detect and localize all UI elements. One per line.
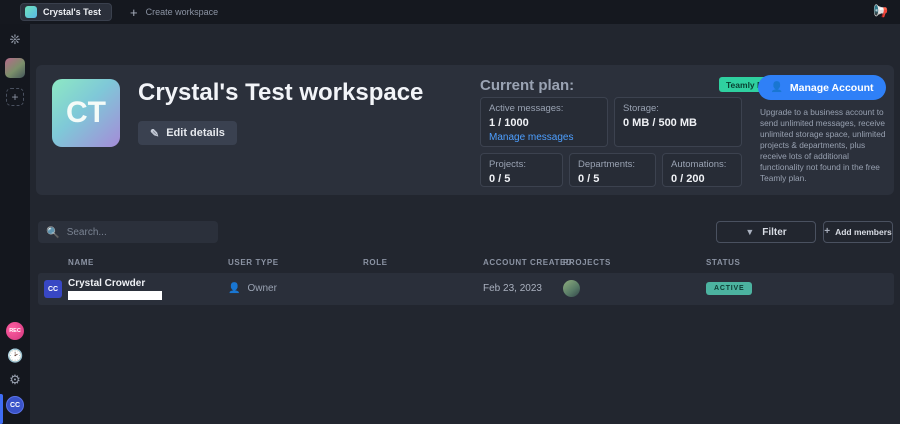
workspace-switcher[interactable]: Crystal's Test [20, 3, 112, 21]
stat-label: Projects: [489, 159, 526, 170]
column-header-account-created: ACCOUNT CREATED [483, 258, 573, 267]
workspace-header-card: CT Crystal's Test workspace ✎ Edit detai… [36, 65, 894, 195]
stat-label: Departments: [578, 159, 636, 170]
create-workspace-label: Create workspace [145, 7, 219, 17]
manage-messages-link[interactable]: Manage messages [489, 132, 599, 143]
user-avatar[interactable]: CC [6, 396, 24, 414]
column-header-name: NAME [68, 258, 94, 267]
stat-value: 0 / 5 [578, 173, 600, 185]
workspace-icon [25, 6, 37, 18]
person-icon: 👤 [770, 82, 783, 93]
edit-details-button[interactable]: ✎ Edit details [138, 121, 237, 145]
table-row[interactable]: CC Crystal Crowder 👤 Owner Feb 23, 2023 … [38, 273, 894, 305]
plan-title: Current plan: [480, 77, 575, 94]
stat-departments: Departments: 0 / 5 [569, 153, 656, 187]
members-table-header: NAME USER TYPE ROLE ACCOUNT CREATED PROJ… [38, 258, 894, 274]
stat-label: Automations: [671, 159, 727, 170]
search-icon: 🔍 [46, 226, 60, 239]
add-members-label: Add members [835, 227, 892, 237]
settings-gear-icon[interactable]: ⚙ [7, 372, 23, 388]
plus-icon: + [824, 226, 831, 237]
stat-projects: Projects: 0 / 5 [480, 153, 563, 187]
user-type-icon: 👤 [228, 283, 241, 294]
workspace-avatar: CT [52, 79, 120, 147]
pencil-icon: ✎ [150, 127, 160, 140]
active-indicator [0, 394, 3, 424]
manage-account-button[interactable]: 👤 Manage Account [758, 75, 886, 100]
member-search: 🔍 [38, 221, 218, 243]
stat-value: 0 / 200 [671, 173, 705, 185]
stat-value: 0 / 5 [489, 173, 511, 185]
announcements-icon[interactable]: 📢 [873, 4, 888, 18]
stat-label: Active messages: [489, 103, 564, 114]
funnel-icon: ▼ [745, 227, 755, 237]
member-name: Crystal Crowder [68, 278, 146, 289]
member-account-created: Feb 23, 2023 [483, 283, 542, 294]
create-workspace-button[interactable]: + Create workspace [130, 6, 218, 19]
plus-icon: + [130, 4, 138, 20]
column-header-projects: PROJECTS [563, 258, 611, 267]
column-header-role: ROLE [363, 258, 388, 267]
status-badge: ACTIVE [706, 282, 753, 295]
member-avatar: CC [44, 280, 62, 298]
stat-automations: Automations: 0 / 200 [662, 153, 742, 187]
record-button[interactable]: REC [6, 322, 24, 340]
stat-value: 0 MB / 500 MB [623, 117, 697, 129]
add-workspace-icon[interactable]: + [6, 88, 24, 106]
workspace-title: Crystal's Test workspace [138, 79, 424, 106]
left-rail: ❊ + REC 🕑 ⚙ CC [0, 24, 30, 424]
stat-label: Storage: [623, 103, 659, 114]
redacted-email [68, 291, 162, 300]
edit-details-label: Edit details [166, 127, 225, 139]
workspace-thumbnail[interactable] [5, 58, 25, 78]
main-content: CT Crystal's Test workspace ✎ Edit detai… [30, 24, 900, 424]
apps-icon[interactable]: ❊ [7, 32, 23, 48]
column-header-user-type: USER TYPE [228, 258, 279, 267]
history-icon[interactable]: 🕑 [7, 348, 23, 364]
project-avatar [563, 280, 580, 297]
member-user-type: 👤 Owner [228, 283, 277, 294]
filter-label: Filter [762, 226, 787, 238]
stat-value: 1 / 1000 [489, 117, 529, 129]
user-type-label: Owner [247, 283, 277, 294]
current-plan-section: Current plan: Teamly Free Active message… [476, 75, 886, 187]
manage-account-label: Manage Account [789, 81, 874, 94]
column-header-status: STATUS [706, 258, 741, 267]
stat-storage: Storage: 0 MB / 500 MB [614, 97, 742, 147]
upgrade-description: Upgrade to a business account to send un… [760, 107, 886, 183]
filter-button[interactable]: ▼ Filter [716, 221, 816, 243]
add-members-button[interactable]: + Add members [823, 221, 893, 243]
workspace-switcher-label: Crystal's Test [43, 7, 101, 17]
top-bar: Crystal's Test + Create workspace 📢 [0, 0, 900, 24]
search-input[interactable] [66, 226, 210, 238]
stat-active-messages: Active messages: 1 / 1000 Manage message… [480, 97, 608, 147]
